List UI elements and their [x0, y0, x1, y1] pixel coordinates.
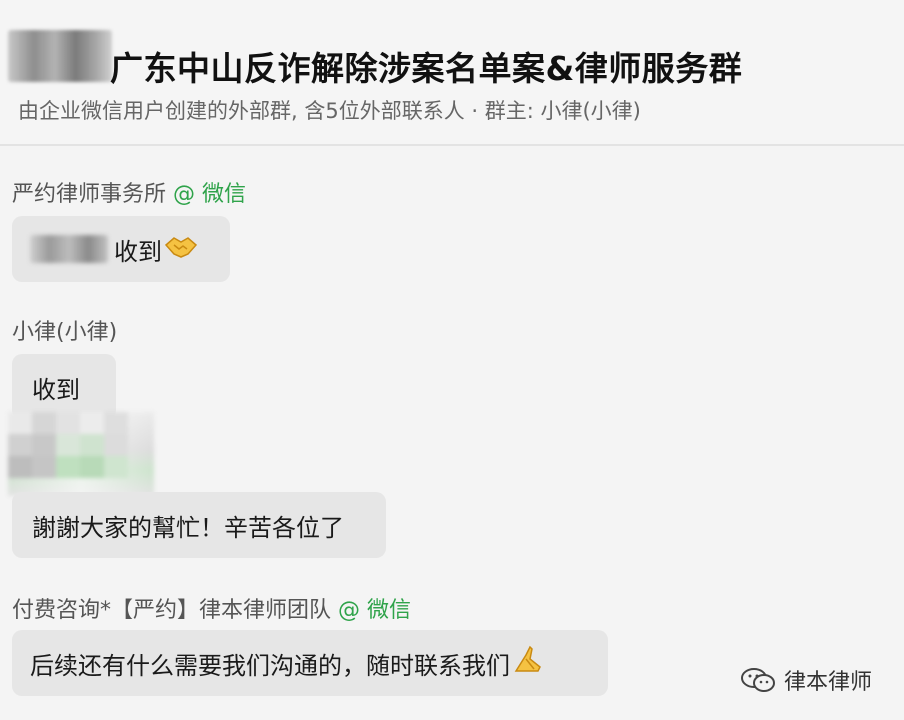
message-text: 收到 [32, 375, 80, 404]
sender-wechat-tag: @ 微信 [173, 182, 247, 207]
group-avatar[interactable] [8, 30, 112, 82]
sender-wechat-tag: @ 微信 [338, 598, 412, 623]
redacted-name [30, 235, 108, 263]
watermark-label: 律本律师 [784, 670, 873, 695]
message-text: 收到 [114, 237, 162, 266]
message-bubble[interactable]: 后续还有什么需要我们沟通的，随时联系我们 [12, 630, 608, 696]
account-watermark: 律本律师 [740, 664, 872, 696]
message-sender: 付费咨询*【严约】律本律师团队 @ 微信 [12, 592, 411, 624]
message-text: 后续还有什么需要我们沟通的，随时联系我们 [30, 651, 510, 680]
handshake-emoji-icon [164, 233, 198, 266]
message-text: 謝謝大家的幫忙！辛苦各位了 [32, 513, 344, 542]
chat-header: 广东中山反诈解除涉案名单案&律师服务群 由企业微信用户创建的外部群, 含5位外部… [0, 0, 904, 146]
message-sender: 严约律师事务所 @ 微信 [12, 176, 246, 208]
message-bubble[interactable]: 謝謝大家的幫忙！辛苦各位了 [12, 492, 386, 558]
redacted-mosaic [8, 412, 154, 496]
wechat-official-account-icon [740, 666, 776, 694]
group-subtitle: 由企业微信用户创建的外部群, 含5位外部联系人 · 群主: 小律(小律) [18, 99, 641, 123]
sender-name: 付费咨询*【严约】律本律师团队 [12, 598, 332, 623]
message-bubble[interactable]: 收到 [12, 354, 116, 420]
message-bubble[interactable]: 收到 [12, 216, 230, 282]
sender-name: 小律(小律) [12, 320, 118, 345]
group-title: 广东中山反诈解除涉案名单案&律师服务群 [110, 49, 743, 88]
folded-hands-emoji-icon [512, 645, 544, 682]
sender-name: 严约律师事务所 [12, 182, 167, 207]
message-sender: 小律(小律) [12, 314, 117, 346]
